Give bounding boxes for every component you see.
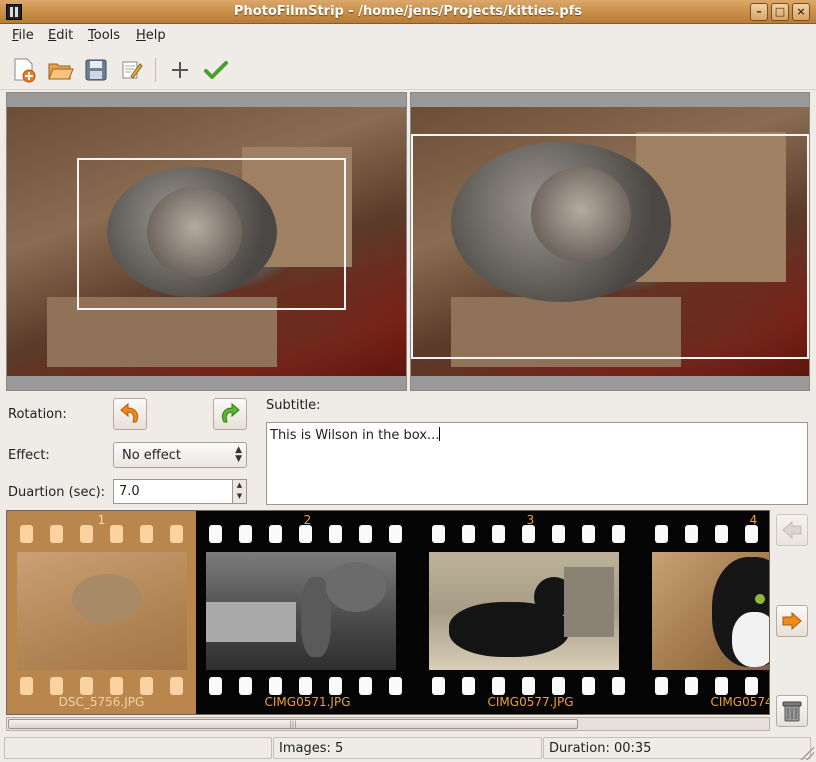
filmstrip[interactable]: 1 DSC_5756.JPG 2 CIMG0571.JPG 3 CIMG0577… <box>6 510 770 715</box>
frame-thumbnail <box>429 552 619 670</box>
duration-label: Duartion (sec): <box>8 485 106 500</box>
duration-spinner-buttons[interactable]: ▲ ▼ <box>233 479 247 504</box>
frame-filename: CIMG0577.JPG <box>487 695 574 709</box>
panel-bottom-bar <box>7 376 406 390</box>
panel-bottom-bar <box>411 376 809 390</box>
filmstrip-scrollbar[interactable]: ||| <box>6 717 770 731</box>
menu-file-label: ile <box>18 28 34 43</box>
frame-thumbnail <box>17 552 187 670</box>
text-caret <box>439 427 441 441</box>
frame-thumbnail <box>206 552 396 670</box>
move-left-button[interactable] <box>776 514 808 546</box>
end-image-panel[interactable] <box>410 92 810 391</box>
properties-icon <box>122 61 143 79</box>
menu-bar: File Edit Tools Help <box>0 25 816 48</box>
render-button[interactable] <box>202 56 230 84</box>
checkmark-icon <box>204 61 228 79</box>
updown-arrows-icon: ▲ ▼ <box>235 445 242 464</box>
film-frame-1[interactable]: 1 DSC_5756.JPG <box>7 511 196 714</box>
effect-label: Effect: <box>8 448 50 463</box>
film-frame-2[interactable]: 2 CIMG0571.JPG <box>196 511 419 714</box>
menu-edit-label: dit <box>56 28 74 43</box>
maximize-button[interactable]: □ <box>771 3 789 21</box>
frame-filename: CIMG0571.JPG <box>264 695 351 709</box>
subtitle-label: Subtitle: <box>266 398 321 413</box>
film-frame-3[interactable]: 3 CIMG0577.JPG <box>419 511 642 714</box>
panel-top-bar <box>411 93 809 107</box>
arrow-left-icon <box>782 520 802 540</box>
open-folder-icon <box>48 63 74 80</box>
close-button[interactable]: × <box>792 3 810 21</box>
resize-grip-icon[interactable] <box>800 746 814 760</box>
arrow-right-icon <box>782 611 802 631</box>
status-message <box>4 737 272 759</box>
frame-filename: CIMG0574.JPG <box>710 695 770 709</box>
new-project-icon <box>14 58 36 83</box>
remove-picture-button[interactable] <box>776 695 808 727</box>
rotate-left-button[interactable] <box>113 398 147 430</box>
add-icon <box>172 62 188 78</box>
rotate-left-icon <box>120 402 139 423</box>
sprocket-holes-top <box>642 525 769 543</box>
main-window: PhotoFilmStrip - /home/jens/Projects/kit… <box>0 0 816 762</box>
start-image-panel[interactable] <box>6 92 407 391</box>
frame-thumbnail <box>652 552 769 670</box>
film-frame-4[interactable]: 4 CIMG0574.JPG <box>642 511 770 714</box>
save-icon <box>85 59 107 81</box>
subtitle-textarea[interactable]: This is Wilson in the box... <box>266 422 808 505</box>
rotate-right-icon <box>221 402 240 423</box>
status-bar: Images: 5 Duration: 00:35 <box>0 735 816 762</box>
menu-help[interactable]: Help <box>136 28 166 43</box>
menu-help-mnemonic: H <box>136 28 146 43</box>
toolbar-separator <box>155 58 156 82</box>
project-properties-button[interactable] <box>117 56 145 84</box>
sprocket-holes-top <box>419 525 642 543</box>
effect-value: No effect <box>122 448 182 463</box>
sprocket-holes-top <box>196 525 419 543</box>
status-duration: Duration: 00:35 <box>543 737 811 759</box>
duration-input[interactable]: 7.0 <box>113 479 233 504</box>
title-bar[interactable]: PhotoFilmStrip - /home/jens/Projects/kit… <box>0 0 816 24</box>
open-project-button[interactable] <box>46 56 74 84</box>
rotation-label: Rotation: <box>8 407 67 422</box>
frame-filename: DSC_5756.JPG <box>58 695 145 709</box>
toolbar <box>0 50 816 90</box>
effect-dropdown[interactable]: No effect ▲ ▼ <box>113 442 247 468</box>
rotate-right-button[interactable] <box>213 398 247 430</box>
menu-help-label: elp <box>145 28 166 43</box>
new-project-button[interactable] <box>10 56 38 84</box>
add-pictures-button[interactable] <box>166 56 194 84</box>
menu-tools[interactable]: Tools <box>88 28 120 43</box>
minimize-button[interactable]: – <box>750 3 768 21</box>
status-image-count: Images: 5 <box>273 737 542 759</box>
menu-edit-mnemonic: E <box>48 28 57 43</box>
menu-file[interactable]: File <box>12 28 34 43</box>
sprocket-holes-top <box>7 525 196 543</box>
sprocket-holes-bottom <box>196 677 419 695</box>
menu-edit[interactable]: Edit <box>48 28 73 43</box>
sprocket-holes-bottom <box>7 677 196 695</box>
save-project-button[interactable] <box>82 56 110 84</box>
subtitle-text: This is Wilson in the box... <box>270 428 440 443</box>
scrollbar-thumb[interactable]: ||| <box>8 719 578 729</box>
window-title: PhotoFilmStrip - /home/jens/Projects/kit… <box>233 4 583 19</box>
sprocket-holes-bottom <box>419 677 642 695</box>
menu-tools-label: ools <box>93 28 121 43</box>
end-crop-rectangle[interactable] <box>411 134 809 359</box>
trash-icon <box>782 701 802 722</box>
sprocket-holes-bottom <box>642 677 769 695</box>
move-right-button[interactable] <box>776 605 808 637</box>
start-crop-rectangle[interactable] <box>77 158 346 310</box>
panel-top-bar <box>7 93 406 107</box>
